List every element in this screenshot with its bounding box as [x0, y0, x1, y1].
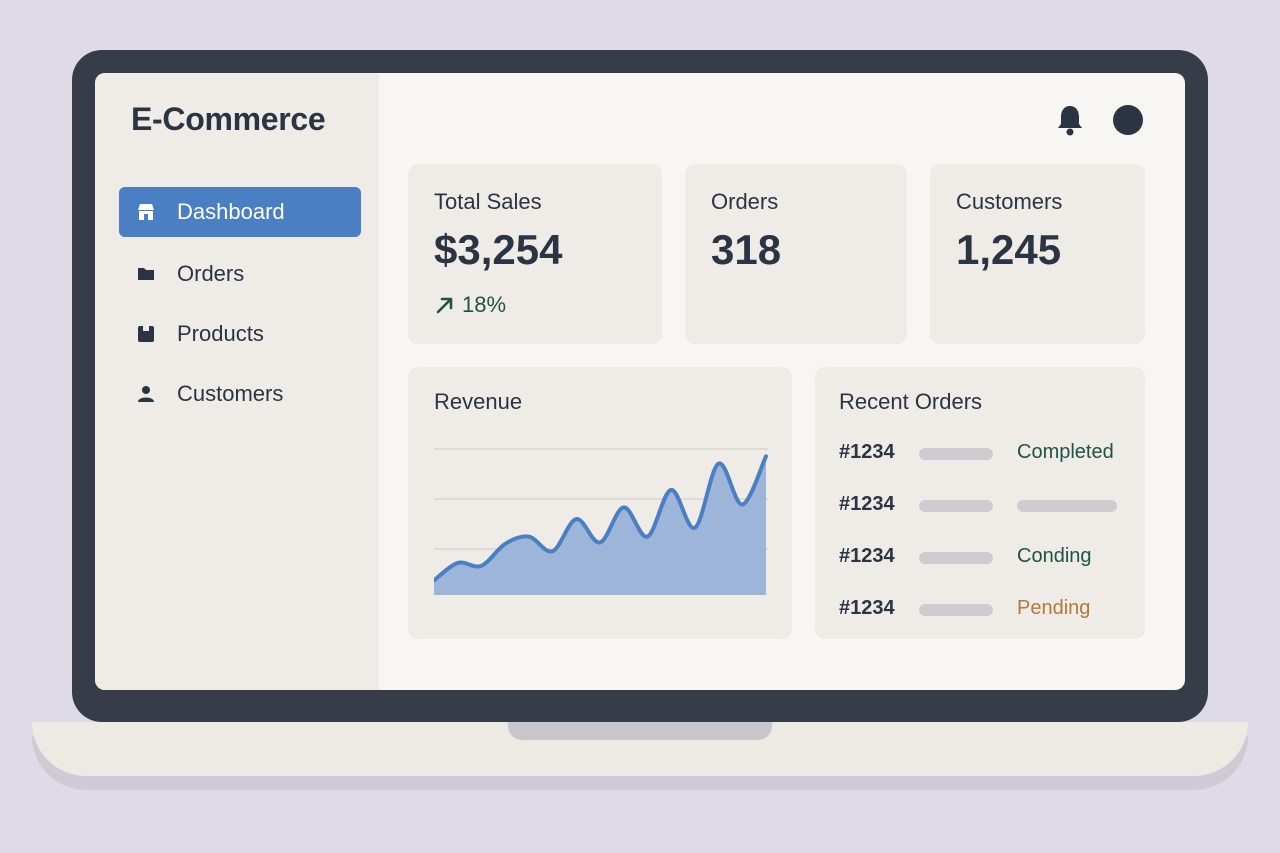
stat-label: Customers — [956, 189, 1063, 214]
revenue-card: Revenue — [408, 367, 792, 639]
order-placeholder-bar — [919, 604, 993, 616]
bell-icon[interactable] — [1055, 103, 1085, 142]
revenue-title: Revenue — [434, 389, 523, 414]
stat-value: 318 — [711, 226, 782, 273]
order-id: #1234 — [839, 545, 895, 567]
box-icon — [135, 323, 157, 345]
avatar[interactable] — [1113, 105, 1143, 135]
order-row[interactable]: #1234 Pending — [839, 595, 1129, 625]
order-id: #1234 — [839, 597, 895, 619]
sidebar: E-Commerce Dashboard Orders Products Cus… — [95, 73, 379, 690]
trend-value: 18% — [462, 292, 507, 317]
status-placeholder-bar — [1017, 500, 1117, 512]
store-icon — [135, 201, 157, 223]
sidebar-item-dashboard[interactable]: Dashboard — [119, 187, 361, 237]
sidebar-item-label: Orders — [177, 261, 245, 286]
user-icon — [135, 383, 157, 405]
sidebar-item-label: Products — [177, 321, 264, 346]
stat-card-customers: Customers 1,245 — [930, 164, 1145, 344]
trend-indicator: 18% — [434, 292, 506, 318]
order-status: Completed — [1017, 441, 1114, 463]
stat-card-orders: Orders 318 — [685, 164, 907, 344]
stat-card-total-sales: Total Sales $3,254 18% — [408, 164, 662, 344]
stat-value: $3,254 — [434, 226, 563, 273]
order-placeholder-bar — [919, 448, 993, 460]
app-title: E-Commerce — [131, 101, 326, 137]
order-status: Conding — [1017, 545, 1092, 567]
recent-orders-title: Recent Orders — [839, 389, 983, 414]
sidebar-item-label: Customers — [177, 381, 284, 406]
revenue-chart — [434, 448, 768, 595]
order-placeholder-bar — [919, 552, 993, 564]
order-row[interactable]: #1234 Completed — [839, 439, 1129, 469]
stat-label: Orders — [711, 189, 779, 214]
sidebar-item-customers[interactable]: Customers — [119, 369, 361, 419]
folder-icon — [135, 263, 157, 285]
stat-value: 1,245 — [956, 226, 1062, 273]
laptop-notch — [508, 722, 772, 740]
order-id: #1234 — [839, 493, 895, 515]
order-row[interactable]: #1234 — [839, 491, 1129, 521]
order-id: #1234 — [839, 441, 895, 463]
arrow-up-right-icon — [436, 297, 453, 314]
recent-orders-card: Recent Orders #1234 Completed #1234 #123… — [815, 367, 1145, 639]
revenue-area — [434, 456, 766, 595]
stat-label: Total Sales — [434, 189, 542, 214]
order-row[interactable]: #1234 Conding — [839, 543, 1129, 573]
sidebar-item-orders[interactable]: Orders — [119, 249, 361, 299]
order-placeholder-bar — [919, 500, 993, 512]
sidebar-item-products[interactable]: Products — [119, 309, 361, 359]
screen: E-Commerce Dashboard Orders Products Cus… — [95, 73, 1185, 690]
sidebar-item-label: Dashboard — [177, 199, 285, 224]
order-status: Pending — [1017, 597, 1091, 619]
